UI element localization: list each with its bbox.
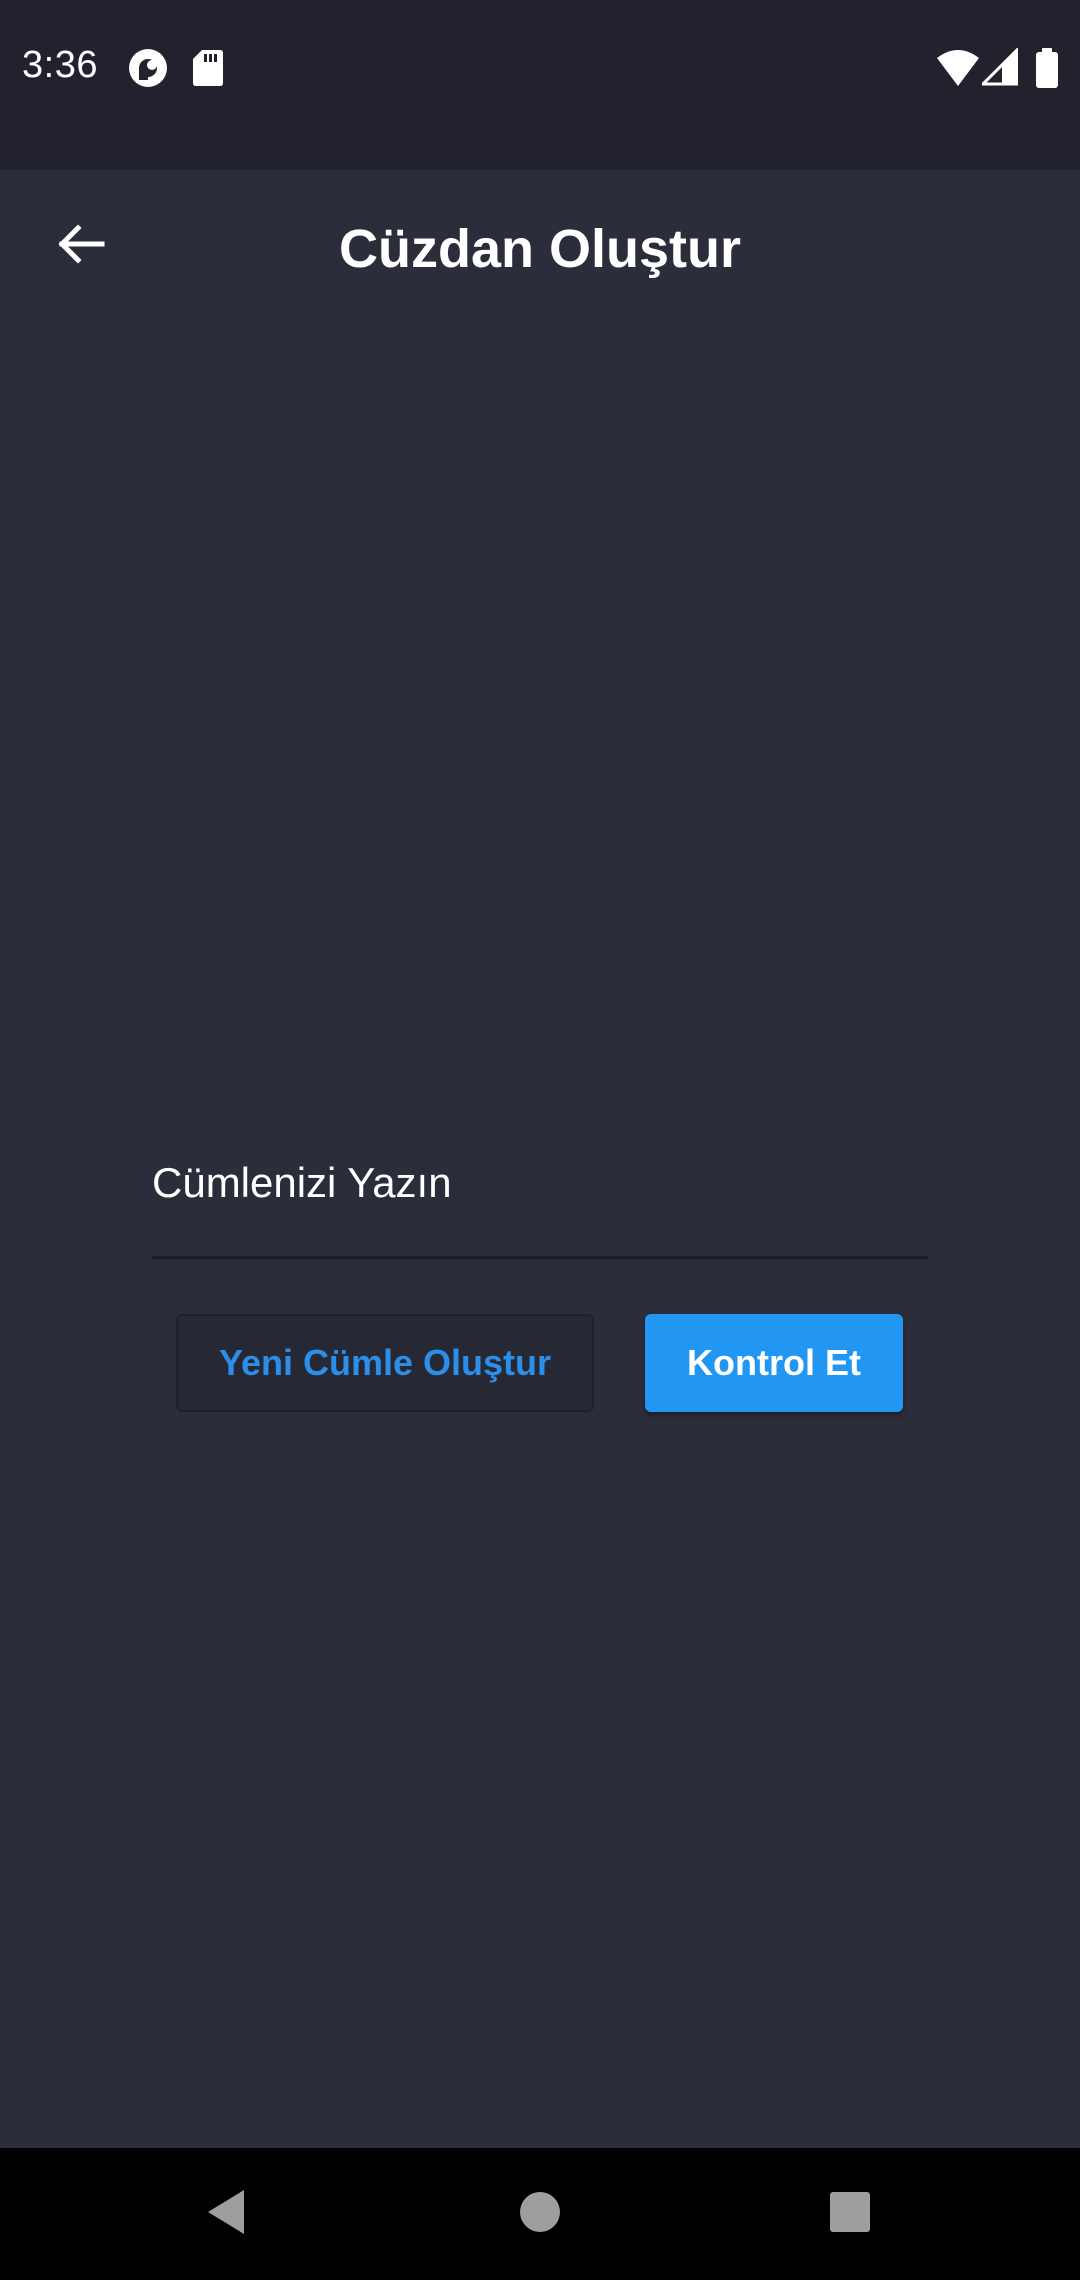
- status-bar: 3:36: [0, 0, 1080, 170]
- nav-recents-icon: [828, 2190, 872, 2239]
- status-time: 3:36: [22, 44, 98, 86]
- phrase-field[interactable]: [152, 1110, 928, 1259]
- cell-signal-icon: [979, 46, 1019, 91]
- wallet-create-screen: 3:36 Cüzdan Oluştur Cümlenizi Yazın Yeni…: [0, 0, 1080, 2280]
- pocket-casts-icon: [128, 48, 168, 93]
- sd-card-icon: [192, 48, 224, 93]
- nav-back-button[interactable]: [186, 2178, 266, 2250]
- wifi-icon: [936, 48, 980, 93]
- battery-icon: [1036, 48, 1058, 93]
- phrase-input[interactable]: [152, 1110, 928, 1256]
- check-button[interactable]: Kontrol Et: [645, 1314, 903, 1412]
- navigation-bar: [0, 2148, 1080, 2280]
- nav-back-icon: [204, 2188, 248, 2241]
- app-bar: Cüzdan Oluştur: [0, 170, 1080, 330]
- nav-recents-button[interactable]: [810, 2178, 890, 2250]
- nav-home-button[interactable]: [500, 2178, 580, 2250]
- page-title: Cüzdan Oluştur: [339, 219, 741, 279]
- generate-phrase-button[interactable]: Yeni Cümle Oluştur: [176, 1314, 594, 1412]
- nav-home-icon: [518, 2190, 562, 2239]
